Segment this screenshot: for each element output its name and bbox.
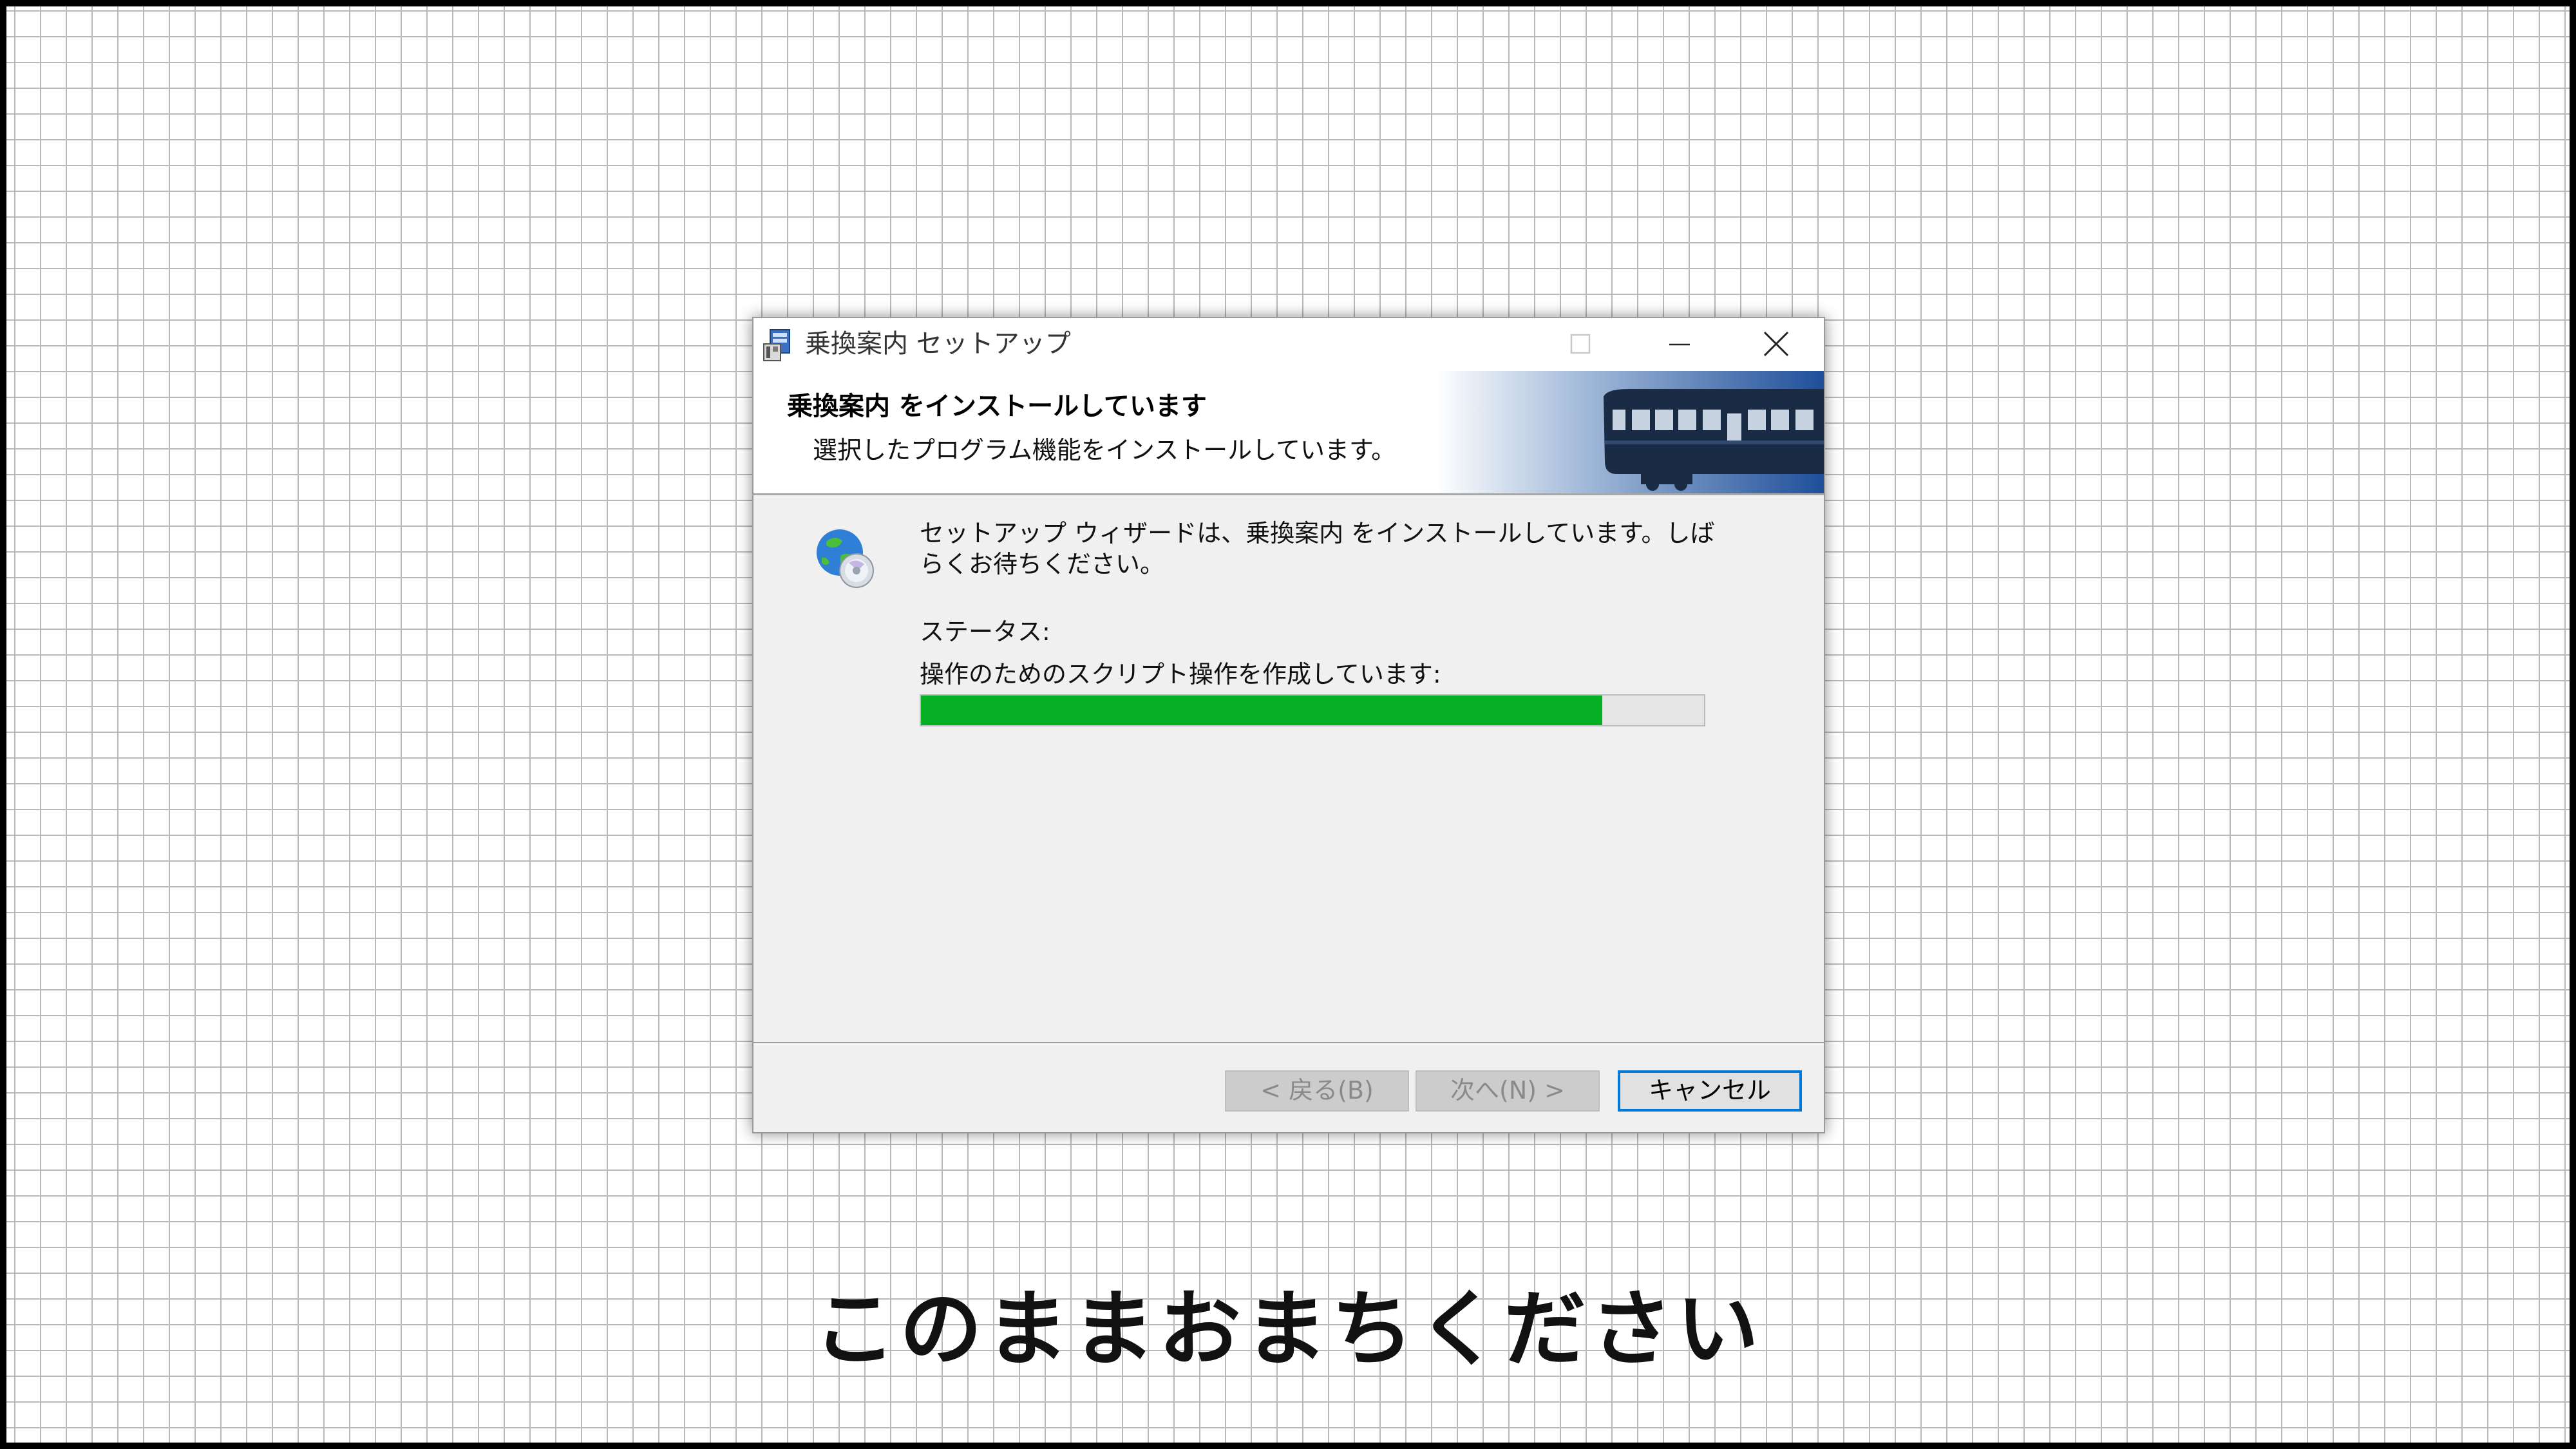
- dialog-header: 乗換案内 をインストールしています 選択したプログラム機能をインストールしていま…: [753, 371, 1824, 495]
- maximize-button[interactable]: [1533, 318, 1629, 371]
- next-button[interactable]: 次へ(N) >: [1416, 1070, 1600, 1112]
- wizard-message: セットアップ ウィザードは、乗換案内 をインストールしています。しばらくお待ちく…: [920, 519, 1715, 578]
- setup-dialog: 乗換案内 セットアップ 乗換案内 をインストールしています 選択したプログラム機…: [752, 317, 1825, 1133]
- window-title: 乗換案内 セットアップ: [805, 329, 1071, 359]
- minimize-button[interactable]: [1631, 318, 1727, 371]
- header-title: 乗換案内 をインストールしています: [787, 392, 1207, 421]
- status-label: ステータス:: [920, 618, 1050, 646]
- installer-app-icon: [761, 327, 797, 363]
- train-icon: [1436, 371, 1824, 493]
- back-button[interactable]: < 戻る(B): [1225, 1070, 1409, 1112]
- train-banner: [1436, 371, 1824, 493]
- title-bar: 乗換案内 セットアップ: [753, 318, 1824, 371]
- globe-cd-icon: [813, 526, 877, 590]
- progress-fill: [921, 696, 1602, 725]
- cancel-button[interactable]: キャンセル: [1618, 1070, 1802, 1112]
- close-button[interactable]: [1727, 318, 1824, 371]
- header-subtitle: 選択したプログラム機能をインストールしています。: [813, 436, 1396, 464]
- install-progress-bar: [920, 694, 1705, 726]
- wait-caption: このままおまちください: [813, 1282, 1763, 1378]
- footer-divider: [753, 1042, 1824, 1045]
- status-text: 操作のためのスクリプト操作を作成しています:: [920, 660, 1441, 688]
